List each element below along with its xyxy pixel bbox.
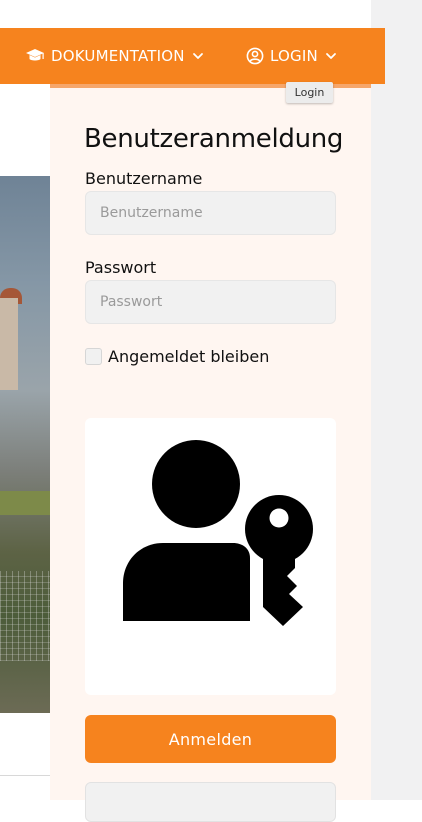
page-gutter bbox=[371, 0, 422, 800]
tower bbox=[0, 298, 18, 390]
user-circle-icon bbox=[246, 47, 264, 65]
top-navbar: DOKUMENTATION LOGIN bbox=[0, 28, 385, 84]
remember-me[interactable]: Angemeldet bleiben bbox=[85, 347, 269, 366]
login-illustration bbox=[85, 418, 336, 695]
divider bbox=[0, 775, 52, 776]
field-band bbox=[0, 491, 52, 515]
nav-documentation[interactable]: DOKUMENTATION bbox=[25, 28, 205, 84]
fence bbox=[0, 571, 52, 661]
nav-login-label: LOGIN bbox=[270, 47, 318, 65]
remember-me-label: Angemeldet bleiben bbox=[108, 347, 270, 366]
password-field[interactable] bbox=[85, 280, 336, 324]
background-photo bbox=[0, 176, 52, 713]
chevron-down-icon bbox=[191, 49, 205, 63]
secondary-button[interactable] bbox=[85, 782, 336, 822]
username-label: Benutzername bbox=[85, 169, 203, 188]
chevron-down-icon bbox=[324, 49, 338, 63]
remember-me-checkbox[interactable] bbox=[85, 348, 102, 365]
page-title: Benutzeranmeldung bbox=[84, 124, 344, 154]
password-label: Passwort bbox=[85, 258, 157, 277]
username-field[interactable] bbox=[85, 191, 336, 235]
graduation-cap-icon bbox=[25, 48, 45, 64]
login-tooltip: Login bbox=[286, 82, 333, 103]
nav-login[interactable]: LOGIN bbox=[246, 28, 338, 84]
nav-documentation-label: DOKUMENTATION bbox=[51, 47, 185, 65]
user-key-icon bbox=[123, 440, 313, 626]
submit-button[interactable]: Anmelden bbox=[85, 715, 336, 763]
